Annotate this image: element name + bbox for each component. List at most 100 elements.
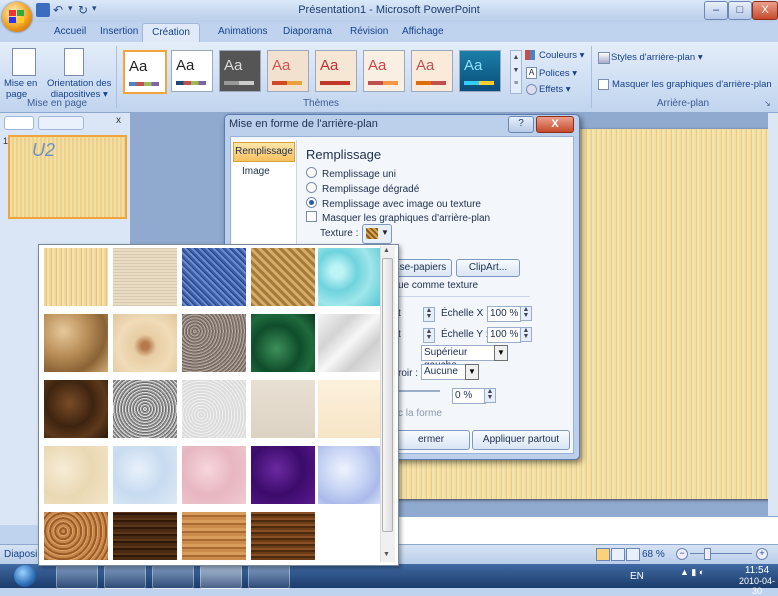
texture-woven-mat[interactable] bbox=[251, 248, 315, 306]
texture-green-marble[interactable] bbox=[251, 314, 315, 372]
texture-bouquet[interactable] bbox=[318, 446, 382, 504]
tab-animations[interactable]: Animations bbox=[218, 26, 267, 37]
option-gradient-fill[interactable]: Remplissage dégradé bbox=[306, 182, 419, 195]
tab-revision[interactable]: Révision bbox=[350, 26, 388, 37]
alignment-dropdown-icon[interactable]: ▼ bbox=[494, 345, 508, 361]
notes-pane[interactable] bbox=[398, 516, 778, 544]
texture-canvas[interactable] bbox=[113, 248, 177, 306]
fonts-button[interactable]: Polices ▾ bbox=[539, 68, 577, 79]
hide-graphics-checkbox[interactable] bbox=[598, 79, 609, 90]
rotate-with-shape[interactable]: c la forme bbox=[398, 408, 442, 419]
zoom-slider[interactable] bbox=[690, 553, 752, 554]
language-indicator[interactable]: EN bbox=[630, 571, 644, 582]
scroll-down-icon[interactable]: ▼ bbox=[383, 551, 390, 558]
option-solid-fill[interactable]: Remplissage uni bbox=[306, 167, 396, 180]
normal-view-icon[interactable] bbox=[596, 548, 610, 561]
alignment-select[interactable]: Supérieur gauche bbox=[421, 345, 497, 371]
taskbar-paint[interactable] bbox=[248, 565, 290, 589]
transparency-spinner[interactable]: ▲ ▼ bbox=[484, 388, 496, 403]
texture-purple-mesh[interactable] bbox=[251, 446, 315, 504]
offset-y-spinner[interactable]: ▲ ▼ bbox=[423, 328, 435, 343]
offset-x-spinner[interactable]: ▲ ▼ bbox=[423, 307, 435, 322]
tab-diaporama[interactable]: Diaporama bbox=[283, 26, 332, 37]
texture-medium-wood[interactable] bbox=[251, 512, 315, 560]
texture-cork[interactable] bbox=[44, 512, 108, 560]
taskbar-firefox[interactable] bbox=[104, 565, 146, 589]
texture-newsprint[interactable] bbox=[182, 380, 246, 438]
orientation-button[interactable]: Orientation des diapositives ▾ bbox=[47, 78, 111, 100]
vertical-scrollbar[interactable] bbox=[768, 113, 778, 516]
tab-creation[interactable]: Création bbox=[142, 23, 200, 43]
theme-5[interactable]: Aa bbox=[315, 50, 357, 92]
minimize-button[interactable]: – bbox=[704, 1, 728, 20]
texture-sand[interactable] bbox=[182, 314, 246, 372]
texture-granite[interactable] bbox=[113, 380, 177, 438]
zoom-level[interactable]: 68 % bbox=[642, 549, 665, 560]
undo-dropdown-icon[interactable]: ▾ bbox=[68, 3, 73, 14]
redo-icon[interactable]: ↻ bbox=[78, 3, 88, 17]
theme-8[interactable]: Aa bbox=[459, 50, 501, 92]
texture-brown-marble[interactable] bbox=[44, 380, 108, 438]
texture-walnut[interactable] bbox=[113, 512, 177, 560]
maximize-button[interactable]: □ bbox=[728, 1, 752, 20]
texture-water-droplets[interactable] bbox=[318, 248, 382, 306]
apply-all-button[interactable]: Appliquer partout bbox=[472, 430, 570, 450]
tray-icons[interactable]: ▲ ▮ ◐ bbox=[680, 567, 704, 578]
nav-item-image[interactable]: Image bbox=[242, 166, 270, 177]
texture-picker-button[interactable]: ▼ bbox=[362, 224, 392, 244]
texture-parchment[interactable] bbox=[318, 380, 382, 438]
tab-accueil[interactable]: Accueil bbox=[54, 26, 86, 37]
texture-oak[interactable] bbox=[182, 512, 246, 560]
scale-x-field[interactable]: 100 % bbox=[487, 306, 521, 322]
scroll-up-icon[interactable]: ▲ bbox=[383, 247, 390, 254]
theme-2[interactable]: Aa bbox=[171, 50, 213, 92]
taskbar-explorer[interactable] bbox=[56, 565, 98, 589]
tab-insertion[interactable]: Insertion bbox=[100, 26, 138, 37]
slide-thumbnail[interactable] bbox=[8, 135, 127, 219]
texture-denim[interactable] bbox=[182, 248, 246, 306]
undo-icon[interactable]: ↶ bbox=[53, 3, 63, 17]
dialog-launcher-icon[interactable]: ↘ bbox=[764, 99, 771, 108]
clipart-button[interactable]: ClipArt... bbox=[456, 259, 520, 277]
tab-affichage[interactable]: Affichage bbox=[402, 26, 444, 37]
zoom-out-icon[interactable]: − bbox=[676, 548, 688, 560]
zoom-slider-thumb[interactable] bbox=[704, 548, 711, 560]
slideshow-view-icon[interactable] bbox=[626, 548, 640, 561]
colors-button[interactable]: Couleurs ▾ bbox=[539, 50, 584, 61]
tile-texture-option[interactable]: ue comme texture bbox=[398, 280, 478, 291]
texture-papyrus[interactable] bbox=[44, 248, 108, 306]
texture-paper-bag[interactable] bbox=[44, 314, 108, 372]
theme-7[interactable]: Aa bbox=[411, 50, 453, 92]
scale-y-field[interactable]: 100 % bbox=[487, 327, 521, 343]
texture-blue-tissue[interactable] bbox=[113, 446, 177, 504]
themes-scroll[interactable]: ▲ ▼ ≡ bbox=[510, 50, 522, 94]
transparency-slider[interactable] bbox=[398, 390, 440, 392]
close-pane-icon[interactable]: x bbox=[116, 115, 121, 126]
scale-x-spinner[interactable]: ▲ ▼ bbox=[520, 306, 532, 321]
texture-white-marble[interactable] bbox=[318, 314, 382, 372]
close-dialog-button[interactable]: ermer bbox=[392, 430, 470, 450]
slides-tab[interactable] bbox=[4, 116, 34, 130]
taskbar-publisher[interactable] bbox=[152, 565, 194, 589]
page-setup-button[interactable]: Mise en page bbox=[4, 78, 37, 100]
clock[interactable]: 11:54 2010-04-30 bbox=[736, 565, 778, 596]
texture-recycled-paper[interactable] bbox=[251, 380, 315, 438]
transparency-field[interactable]: 0 % bbox=[452, 388, 486, 404]
theme-3[interactable]: Aa bbox=[219, 50, 261, 92]
dialog-help-button[interactable]: ? bbox=[508, 116, 534, 133]
background-styles-button[interactable]: Styles d'arrière-plan ▾ bbox=[611, 52, 703, 63]
zoom-in-icon[interactable]: + bbox=[756, 548, 768, 560]
texture-pink-tissue[interactable] bbox=[182, 446, 246, 504]
hide-background-graphics[interactable]: Masquer les graphiques d'arrière-plan bbox=[306, 211, 490, 224]
save-icon[interactable] bbox=[36, 3, 50, 17]
scroll-thumb[interactable] bbox=[382, 258, 393, 532]
close-button[interactable]: X bbox=[752, 1, 778, 20]
theme-6[interactable]: Aa bbox=[363, 50, 405, 92]
option-picture-texture-fill[interactable]: Remplissage avec image ou texture bbox=[306, 197, 481, 210]
taskbar-powerpoint[interactable] bbox=[200, 565, 242, 589]
slide-sorter-icon[interactable] bbox=[611, 548, 625, 561]
start-button[interactable] bbox=[14, 565, 36, 587]
nav-item-fill[interactable]: Remplissage bbox=[233, 142, 295, 162]
effects-button[interactable]: Effets ▾ bbox=[539, 84, 571, 95]
theme-office[interactable]: Aa bbox=[123, 50, 167, 94]
